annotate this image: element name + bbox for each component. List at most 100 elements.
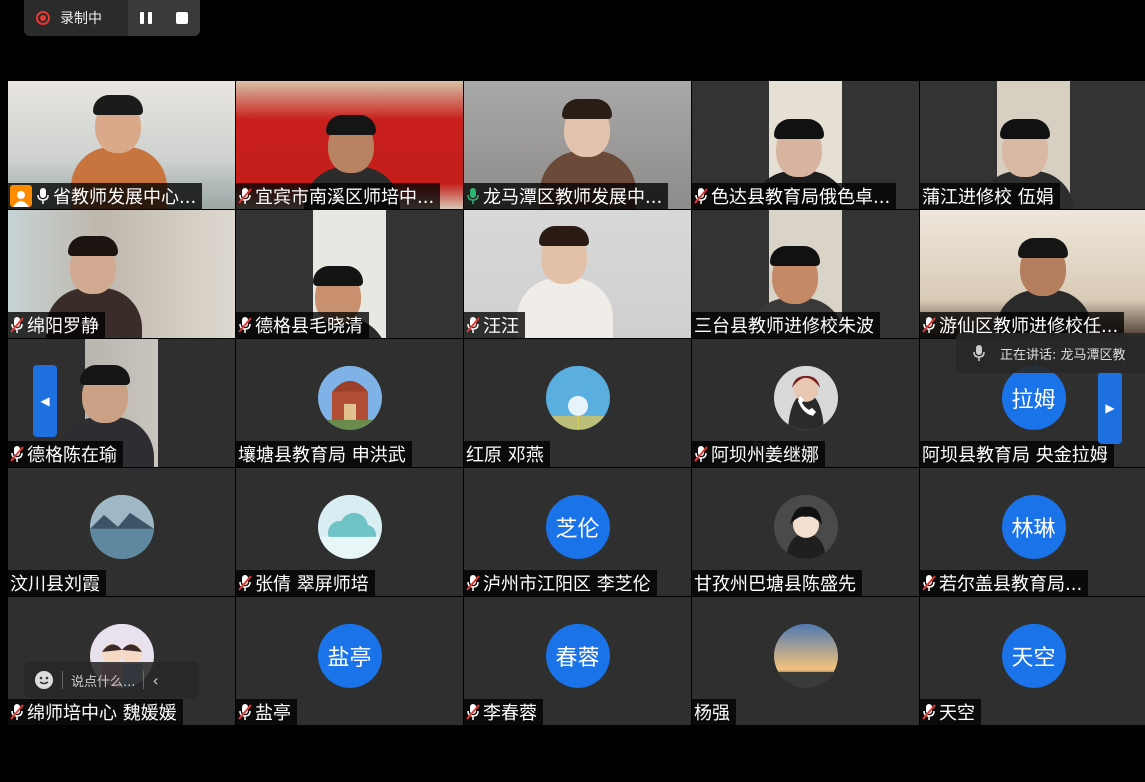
participant-name-bar: 杨强: [692, 699, 736, 725]
pause-recording-button[interactable]: [128, 0, 164, 36]
participant-name-bar: 汪汪: [464, 312, 525, 338]
participant-tile[interactable]: 龙马潭区教师发展中...: [464, 81, 691, 209]
participant-name: 德格县毛晓清: [255, 316, 363, 337]
chevron-left-icon: ◀: [40, 394, 50, 408]
participant-name-bar: 绵阳罗静: [8, 312, 105, 338]
participant-tile[interactable]: 天空 天空: [920, 597, 1145, 725]
mic-muted-icon: [922, 317, 936, 333]
participant-name: 汪汪: [483, 316, 519, 337]
record-icon: [36, 11, 50, 25]
participant-name: 盐亭: [255, 703, 291, 724]
participant-name: 杨强: [694, 703, 730, 724]
participant-name: 绵阳罗静: [27, 316, 99, 337]
cloud-avatar: [317, 494, 382, 559]
mic-muted-icon: [466, 575, 480, 591]
participant-name: 泸州市江阳区 李芝伦: [483, 574, 651, 595]
participant-tile[interactable]: 三台县教师进修校朱波: [692, 210, 919, 338]
participant-grid: 省教师发展中心... 宜宾市南溪区师培中... 龙马潭区教师发展中... 色达县教育局…: [8, 81, 1145, 725]
phone-avatar: [773, 365, 838, 430]
participant-name-bar: 天空: [920, 699, 981, 725]
participant-name: 色达县教育局俄色卓...: [711, 187, 891, 208]
participant-name-bar: 色达县教育局俄色卓...: [692, 183, 897, 209]
participant-name-bar: 阿坝县教育局 央金拉姆: [920, 441, 1114, 467]
participant-name-bar: 李春蓉: [464, 699, 543, 725]
participant-tile[interactable]: 杨强: [692, 597, 919, 725]
pause-icon: [140, 12, 152, 24]
participant-name: 阿坝州姜继娜: [711, 445, 819, 466]
recording-label: 录制中: [60, 11, 102, 27]
participant-name: 省教师发展中心...: [53, 187, 197, 208]
participant-name-bar: 阿坝州姜继娜: [692, 441, 825, 467]
emoji-icon[interactable]: [34, 670, 54, 690]
mic-muted-icon: [10, 317, 24, 333]
participant-name-bar: 壤塘县教育局 申洪武: [236, 441, 412, 467]
text-avatar: 天空: [1001, 623, 1066, 688]
chevron-right-icon: ▶: [1105, 401, 1115, 415]
participant-name-bar: 宜宾市南溪区师培中...: [236, 183, 441, 209]
participant-tile[interactable]: 盐亭 盐亭: [236, 597, 463, 725]
text-avatar: 盐亭: [317, 623, 382, 688]
participant-name-bar: 蒲江进修校 伍娟: [920, 183, 1060, 209]
participant-name-bar: 省教师发展中心...: [8, 183, 203, 209]
recording-bar: 录制中: [24, 0, 200, 36]
participant-tile[interactable]: 壤塘县教育局 申洪武: [236, 339, 463, 467]
mic-muted-icon: [10, 704, 24, 720]
mic-muted-icon: [466, 704, 480, 720]
participant-name: 阿坝县教育局 央金拉姆: [922, 445, 1108, 466]
participant-tile[interactable]: 红原 邓燕: [464, 339, 691, 467]
participant-tile[interactable]: 汶川县刘霞: [8, 468, 235, 596]
participant-tile[interactable]: 春蓉 李春蓉: [464, 597, 691, 725]
participant-tile[interactable]: 蒲江进修校 伍娟: [920, 81, 1145, 209]
chat-placeholder: 说点什么...: [71, 674, 136, 690]
participant-name-bar: 盐亭: [236, 699, 297, 725]
lake-avatar: [89, 494, 154, 559]
participant-name-bar: 张倩 翠屏师培: [236, 570, 375, 596]
mic-muted-icon: [466, 317, 480, 333]
participant-name: 张倩 翠屏师培: [255, 574, 369, 595]
participant-name-bar: 甘孜州巴塘县陈盛先: [692, 570, 862, 596]
participant-tile[interactable]: 林琳若尔盖县教育局...: [920, 468, 1145, 596]
microphone-icon: [973, 345, 985, 361]
participant-name-bar: 若尔盖县教育局...: [920, 570, 1089, 596]
microphone-icon: [37, 188, 49, 204]
stop-recording-button[interactable]: [164, 0, 200, 36]
participant-tile[interactable]: 色达县教育局俄色卓...: [692, 81, 919, 209]
participant-tile[interactable]: 汪汪: [464, 210, 691, 338]
participant-tile[interactable]: 省教师发展中心...: [8, 81, 235, 209]
participant-name-bar: 汶川县刘霞: [8, 570, 106, 596]
participant-name: 李春蓉: [483, 703, 537, 724]
participant-tile[interactable]: 张倩 翠屏师培: [236, 468, 463, 596]
dandelion-avatar: [545, 365, 610, 430]
participant-name-bar: 德格县毛晓清: [236, 312, 369, 338]
mic-muted-icon: [10, 446, 24, 462]
mic-muted-icon: [922, 704, 936, 720]
collapse-chat-button[interactable]: ‹: [152, 671, 158, 690]
speaking-indicator: 正在讲话: 龙马潭区教: [956, 333, 1145, 373]
participant-tile[interactable]: 电话阿坝州姜继娜: [692, 339, 919, 467]
participant-tile[interactable]: 绵阳罗静: [8, 210, 235, 338]
participant-tile[interactable]: 游仙区教师进修校任...: [920, 210, 1145, 338]
participant-name-bar: 绵师培中心 魏媛媛: [8, 699, 183, 725]
next-page-button[interactable]: ▶: [1098, 372, 1122, 444]
participant-name: 天空: [939, 703, 975, 724]
participant-name-bar: 龙马潭区教师发展中...: [464, 183, 669, 209]
mic-muted-icon: [238, 704, 252, 720]
participant-tile[interactable]: 绵师培中心 魏媛媛: [8, 597, 235, 725]
participant-name: 甘孜州巴塘县陈盛先: [694, 574, 856, 595]
participant-name-bar: 德格陈在瑜: [8, 441, 123, 467]
prev-page-button[interactable]: ◀: [33, 365, 57, 437]
participant-tile[interactable]: 甘孜州巴塘县陈盛先: [692, 468, 919, 596]
participant-name: 绵师培中心 魏媛媛: [27, 703, 177, 724]
chat-input[interactable]: 说点什么... ‹: [24, 662, 199, 698]
mic-muted-icon: [238, 188, 252, 204]
participant-name-bar: 三台县教师进修校朱波: [692, 312, 880, 338]
participant-tile[interactable]: 宜宾市南溪区师培中...: [236, 81, 463, 209]
participant-tile[interactable]: 德格县毛晓清: [236, 210, 463, 338]
divider: [143, 671, 145, 689]
text-avatar: 林琳: [1001, 494, 1066, 559]
participant-name-bar: 泸州市江阳区 李芝伦: [464, 570, 657, 596]
text-avatar: 春蓉: [545, 623, 610, 688]
participant-tile[interactable]: 芝伦 泸州市江阳区 李芝伦: [464, 468, 691, 596]
participant-name: 壤塘县教育局 申洪武: [238, 445, 406, 466]
speaking-text: 正在讲话: 龙马潭区教: [1000, 347, 1126, 363]
